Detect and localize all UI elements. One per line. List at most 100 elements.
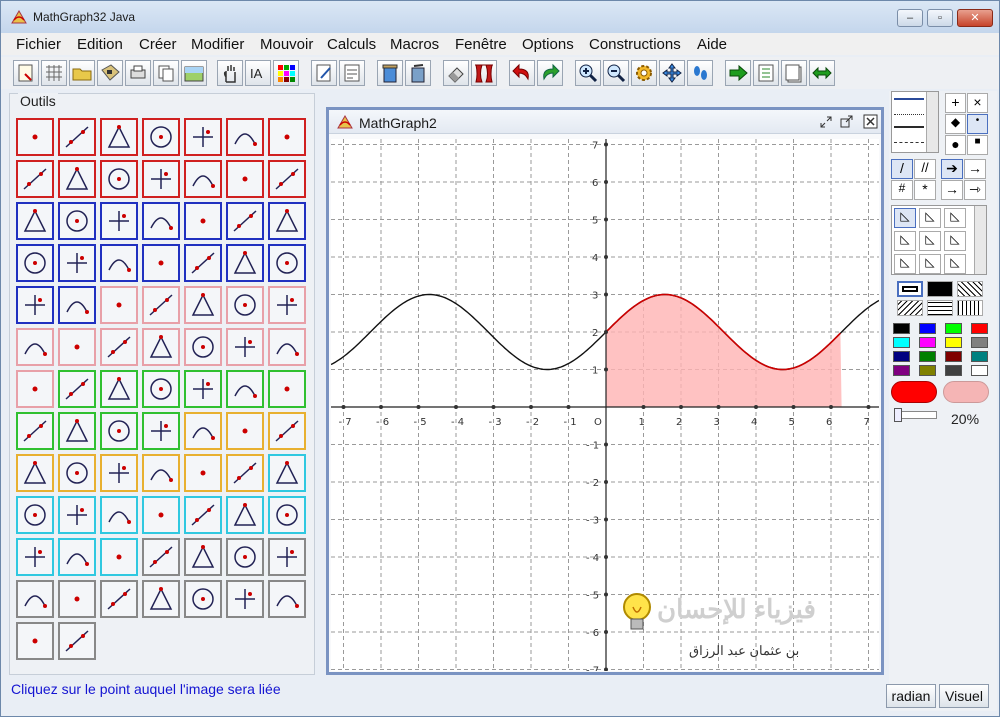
tool-button-12-3[interactable]: [100, 580, 138, 618]
angle-mark-8[interactable]: ◺: [919, 254, 941, 274]
protocol-button[interactable]: [339, 60, 365, 86]
point-small-button[interactable]: •: [967, 114, 988, 134]
tool-button-11-3[interactable]: [100, 538, 138, 576]
tool-button-8-7[interactable]: [268, 412, 306, 450]
tool-button-5-3[interactable]: [100, 286, 138, 324]
capture-button[interactable]: [217, 60, 243, 86]
tool-button-3-3[interactable]: [100, 202, 138, 240]
angle-mark-scrollbar[interactable]: [974, 206, 986, 274]
fill-none-button[interactable]: [897, 281, 923, 297]
tool-button-3-1[interactable]: [16, 202, 54, 240]
tool-button-8-4[interactable]: [142, 412, 180, 450]
color-swatch[interactable]: [919, 365, 936, 376]
angle-mark-3[interactable]: ◺: [944, 208, 966, 228]
point-square-button[interactable]: ■: [967, 135, 988, 155]
color-swatch[interactable]: [893, 337, 910, 348]
color-swatch[interactable]: [919, 351, 936, 362]
new-figure-grid-button[interactable]: [41, 60, 67, 86]
tool-button-8-6[interactable]: [226, 412, 264, 450]
footprints-button[interactable]: [687, 60, 713, 86]
tool-button-7-2[interactable]: [58, 370, 96, 408]
tool-button-7-4[interactable]: [142, 370, 180, 408]
tool-button-4-7[interactable]: [268, 244, 306, 282]
point-x-button[interactable]: ×: [967, 93, 988, 113]
print-button[interactable]: [125, 60, 151, 86]
tool-button-2-4[interactable]: [142, 160, 180, 198]
tool-button-10-1[interactable]: [16, 496, 54, 534]
tool-button-12-1[interactable]: [16, 580, 54, 618]
color-swatch[interactable]: [945, 323, 962, 334]
menu-edition[interactable]: Edition: [77, 36, 123, 53]
tool-button-4-1[interactable]: [16, 244, 54, 282]
tool-button-2-5[interactable]: [184, 160, 222, 198]
tool-button-1-5[interactable]: [184, 118, 222, 156]
tool-button-3-7[interactable]: [268, 202, 306, 240]
tool-button-10-4[interactable]: [142, 496, 180, 534]
notes-button[interactable]: [781, 60, 807, 86]
tool-button-9-5[interactable]: [184, 454, 222, 492]
tool-button-12-4[interactable]: [142, 580, 180, 618]
fill-hatch-button[interactable]: [957, 281, 983, 297]
tool-button-9-2[interactable]: [58, 454, 96, 492]
tool-button-4-5[interactable]: [184, 244, 222, 282]
mark-double-button[interactable]: //: [914, 159, 936, 179]
tool-button-8-1[interactable]: [16, 412, 54, 450]
tool-button-9-1[interactable]: [16, 454, 54, 492]
point-cross-button[interactable]: +: [945, 93, 966, 113]
tool-button-2-6[interactable]: [226, 160, 264, 198]
tool-button-9-7[interactable]: [268, 454, 306, 492]
tool-button-11-4[interactable]: [142, 538, 180, 576]
line-selected-item[interactable]: [894, 126, 924, 128]
curtain-button[interactable]: [471, 60, 497, 86]
angle-mark-1[interactable]: ◺: [894, 208, 916, 228]
opacity-slider[interactable]: [894, 408, 937, 422]
tool-button-3-4[interactable]: [142, 202, 180, 240]
transparent-color-button[interactable]: [943, 381, 989, 403]
current-color-button[interactable]: [891, 381, 937, 403]
tool-button-1-1[interactable]: [16, 118, 54, 156]
tool-button-7-7[interactable]: [268, 370, 306, 408]
fill-vertical-button[interactable]: [957, 300, 983, 316]
tool-button-9-4[interactable]: [142, 454, 180, 492]
menu-mouvoir[interactable]: Mouvoir: [260, 36, 313, 53]
tool-button-5-5[interactable]: [184, 286, 222, 324]
color-swatch[interactable]: [893, 323, 910, 334]
tool-button-5-2[interactable]: [58, 286, 96, 324]
line-style-list[interactable]: [891, 91, 939, 153]
tool-button-6-7[interactable]: [268, 328, 306, 366]
line-solid-item[interactable]: [894, 98, 924, 100]
menu-calculs[interactable]: Calculs: [327, 36, 376, 53]
tool-button-2-7[interactable]: [268, 160, 306, 198]
delete-all-button[interactable]: [405, 60, 431, 86]
color-swatch[interactable]: [919, 323, 936, 334]
graph-canvas[interactable]: - 7 - 6 - 5 - 4 - 3 - 2 - 1 O 1 2 3 4 5 6 7 1 2 3 4 5 6 7 - 1 -…: [331, 139, 879, 671]
tool-button-8-2[interactable]: [58, 412, 96, 450]
tool-button-8-5[interactable]: [184, 412, 222, 450]
tool-button-7-3[interactable]: [100, 370, 138, 408]
menu-modifier[interactable]: Modifier: [191, 36, 244, 53]
color-swatch[interactable]: [945, 351, 962, 362]
tool-button-1-2[interactable]: [58, 118, 96, 156]
angle-mark-6[interactable]: ◺: [944, 231, 966, 251]
copy-button[interactable]: [153, 60, 179, 86]
exchange-button[interactable]: [809, 60, 835, 86]
zoom-out-button[interactable]: [603, 60, 629, 86]
tool-button-8-3[interactable]: [100, 412, 138, 450]
tool-button-10-7[interactable]: [268, 496, 306, 534]
tool-button-9-6[interactable]: [226, 454, 264, 492]
color-swatch[interactable]: [971, 351, 988, 362]
mark-triple-button[interactable]: #: [891, 180, 913, 200]
redo-button[interactable]: [537, 60, 563, 86]
point-big-button[interactable]: ●: [945, 135, 966, 155]
tool-button-13-2[interactable]: [58, 622, 96, 660]
move-all-button[interactable]: [659, 60, 685, 86]
tool-button-11-2[interactable]: [58, 538, 96, 576]
tool-button-4-4[interactable]: [142, 244, 180, 282]
tool-button-11-7[interactable]: [268, 538, 306, 576]
color-swatch[interactable]: [945, 365, 962, 376]
tool-button-10-2[interactable]: [58, 496, 96, 534]
color-swatch[interactable]: [945, 337, 962, 348]
tool-button-2-2[interactable]: [58, 160, 96, 198]
restore-down-icon[interactable]: [819, 115, 833, 129]
tool-button-6-1[interactable]: [16, 328, 54, 366]
